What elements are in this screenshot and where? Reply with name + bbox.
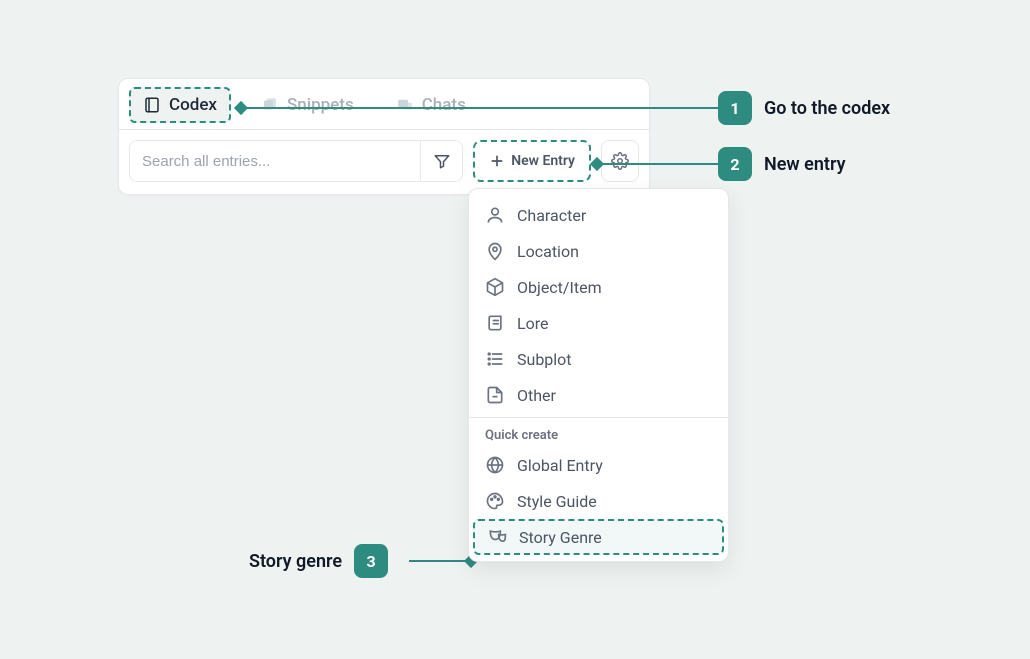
dropdown-item-other[interactable]: Other [469, 377, 728, 413]
cards-icon [261, 96, 279, 114]
connector-2 [596, 163, 718, 165]
file-icon [485, 385, 505, 405]
dropdown-label: Object/Item [517, 278, 602, 297]
tool-row: New Entry [119, 130, 649, 194]
annotation-badge-3: 3 [354, 544, 388, 578]
settings-button[interactable] [601, 140, 639, 182]
dropdown-item-lore[interactable]: Lore [469, 305, 728, 341]
plus-icon [489, 153, 505, 169]
connector-1 [240, 107, 718, 109]
dropdown-item-style-guide[interactable]: Style Guide [469, 483, 728, 519]
chat-icon [396, 96, 414, 114]
codex-panel: Codex Snippets Chats [118, 78, 650, 195]
gear-icon [611, 152, 629, 170]
tab-chats[interactable]: Chats [386, 90, 476, 120]
palette-icon [485, 491, 505, 511]
dropdown-label: Location [517, 242, 579, 261]
tab-codex[interactable]: Codex [129, 87, 231, 123]
dropdown-section-quick: Quick create [469, 417, 728, 447]
scroll-icon [485, 313, 505, 333]
dropdown-label: Story Genre [519, 528, 602, 547]
dropdown-item-subplot[interactable]: Subplot [469, 341, 728, 377]
masks-icon [487, 527, 507, 547]
dropdown-item-story-genre[interactable]: Story Genre [473, 519, 724, 555]
book-icon [143, 96, 161, 114]
tab-chats-label: Chats [422, 95, 466, 115]
dropdown-label: Subplot [517, 350, 572, 369]
dropdown-label: Lore [517, 314, 549, 333]
search-input[interactable] [130, 141, 420, 181]
dropdown-label: Global Entry [517, 456, 603, 475]
dropdown-item-object[interactable]: Object/Item [469, 269, 728, 305]
new-entry-label: New Entry [511, 153, 575, 169]
dropdown-item-character[interactable]: Character [469, 197, 728, 233]
dropdown-label: Style Guide [517, 492, 597, 511]
pin-icon [485, 241, 505, 261]
cube-icon [485, 277, 505, 297]
dropdown-label: Character [517, 206, 586, 225]
list-icon [485, 349, 505, 369]
user-icon [485, 205, 505, 225]
annotation-2: 2 New entry [718, 147, 846, 181]
annotation-label-1: Go to the codex [764, 98, 890, 119]
tab-snippets[interactable]: Snippets [251, 90, 364, 120]
dropdown-label: Other [517, 386, 556, 405]
tab-snippets-label: Snippets [287, 95, 354, 115]
annotation-3: 3 Story genre [249, 544, 388, 578]
annotation-label-2: New entry [764, 154, 846, 175]
connector-3 [409, 560, 471, 562]
filter-icon [433, 152, 451, 170]
annotation-badge-2: 2 [718, 147, 752, 181]
search-wrap [129, 140, 463, 182]
filter-button[interactable] [420, 141, 462, 181]
dropdown-item-location[interactable]: Location [469, 233, 728, 269]
new-entry-button[interactable]: New Entry [473, 140, 591, 182]
annotation-1: 1 Go to the codex [718, 91, 890, 125]
tab-codex-label: Codex [169, 95, 217, 115]
annotation-label-3: Story genre [249, 551, 342, 572]
globe-icon [485, 455, 505, 475]
annotation-badge-1: 1 [718, 91, 752, 125]
tab-bar: Codex Snippets Chats [119, 79, 649, 130]
new-entry-dropdown: Character Location Object/Item Lore Subp… [468, 188, 729, 562]
dropdown-item-global-entry[interactable]: Global Entry [469, 447, 728, 483]
